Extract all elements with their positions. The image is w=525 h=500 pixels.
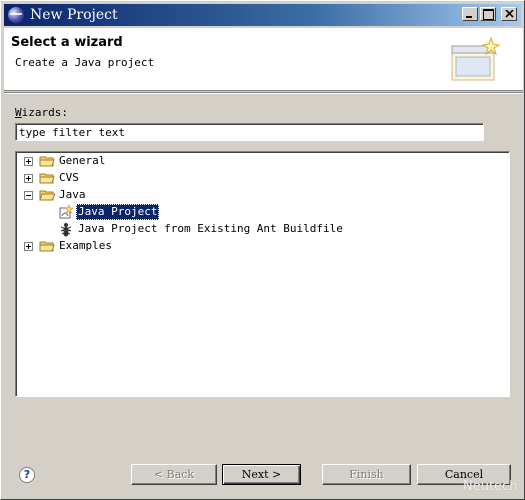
- watermark: Neutech: [463, 479, 518, 494]
- title-bar[interactable]: New Project: [4, 4, 521, 26]
- finish-button[interactable]: Finish: [322, 464, 411, 485]
- header-separator: [4, 92, 523, 94]
- window-title: New Project: [30, 7, 118, 23]
- close-button[interactable]: [501, 7, 517, 21]
- wizard-tree[interactable]: General CVS Java Java Project Java Proje…: [15, 151, 510, 397]
- expand-icon[interactable]: [24, 157, 33, 166]
- wizard-header: Select a wizard Create a Java project: [4, 28, 523, 91]
- next-button[interactable]: Next >: [222, 464, 301, 485]
- close-icon: [505, 10, 514, 18]
- eclipse-icon: [8, 7, 24, 23]
- back-button[interactable]: < Back: [131, 464, 217, 485]
- expand-icon[interactable]: [24, 174, 33, 183]
- open-folder-icon: [39, 190, 55, 201]
- folder-icon: [39, 156, 55, 167]
- java-project-icon: [59, 204, 74, 219]
- collapse-icon[interactable]: [24, 191, 33, 200]
- expand-icon[interactable]: [24, 242, 33, 251]
- new-project-dialog: New Project Select a wizard Create a Jav…: [0, 0, 525, 500]
- folder-icon: [39, 173, 55, 184]
- folder-icon: [39, 241, 55, 252]
- wizards-label: Wizards:: [15, 106, 68, 119]
- page-description: Create a Java project: [15, 56, 155, 69]
- ant-icon: [60, 223, 72, 237]
- help-icon[interactable]: ?: [19, 467, 35, 483]
- page-title: Select a wizard: [11, 35, 123, 50]
- filter-input[interactable]: [15, 123, 484, 141]
- wizard-banner-icon: [451, 36, 501, 81]
- maximize-button[interactable]: [480, 7, 496, 21]
- minimize-button[interactable]: [462, 7, 478, 21]
